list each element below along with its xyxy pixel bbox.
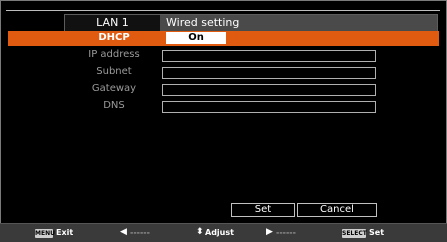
menu-key-icon: MENU xyxy=(35,229,55,238)
exit-label: Exit xyxy=(56,228,74,237)
dns-field[interactable] xyxy=(162,101,376,113)
select-key-icon: SELECT xyxy=(342,229,367,238)
ip-address-field[interactable] xyxy=(162,50,376,62)
set-label: Set xyxy=(369,228,385,237)
adjust-label: Adjust xyxy=(205,228,234,237)
up-down-arrow-icon: ⬍ xyxy=(196,227,204,237)
right-hint: ------ xyxy=(276,228,296,237)
subnet-field[interactable] xyxy=(162,67,376,79)
gateway-label: Gateway xyxy=(91,83,137,94)
top-divider xyxy=(6,10,440,11)
set-button[interactable]: Set xyxy=(231,203,295,217)
subnet-label: Subnet xyxy=(96,66,132,77)
gateway-field[interactable] xyxy=(162,84,376,96)
dhcp-label: DHCP xyxy=(98,32,130,43)
menu-header: LAN 1 Wired setting xyxy=(64,14,438,32)
lan-tab[interactable]: LAN 1 xyxy=(65,15,160,31)
dns-label: DNS xyxy=(103,100,125,111)
left-hint: ------ xyxy=(130,228,150,237)
right-arrow-icon: ▶ xyxy=(266,227,273,237)
footer-bar: MENU Exit ◀ ------ ⬍ Adjust ▶ ------ SEL… xyxy=(0,223,447,242)
ip-address-label: IP address xyxy=(88,49,140,60)
dhcp-value[interactable]: On xyxy=(166,32,226,44)
page-title: Wired setting xyxy=(166,16,240,29)
cancel-button[interactable]: Cancel xyxy=(297,203,377,217)
left-arrow-icon: ◀ xyxy=(120,227,127,237)
